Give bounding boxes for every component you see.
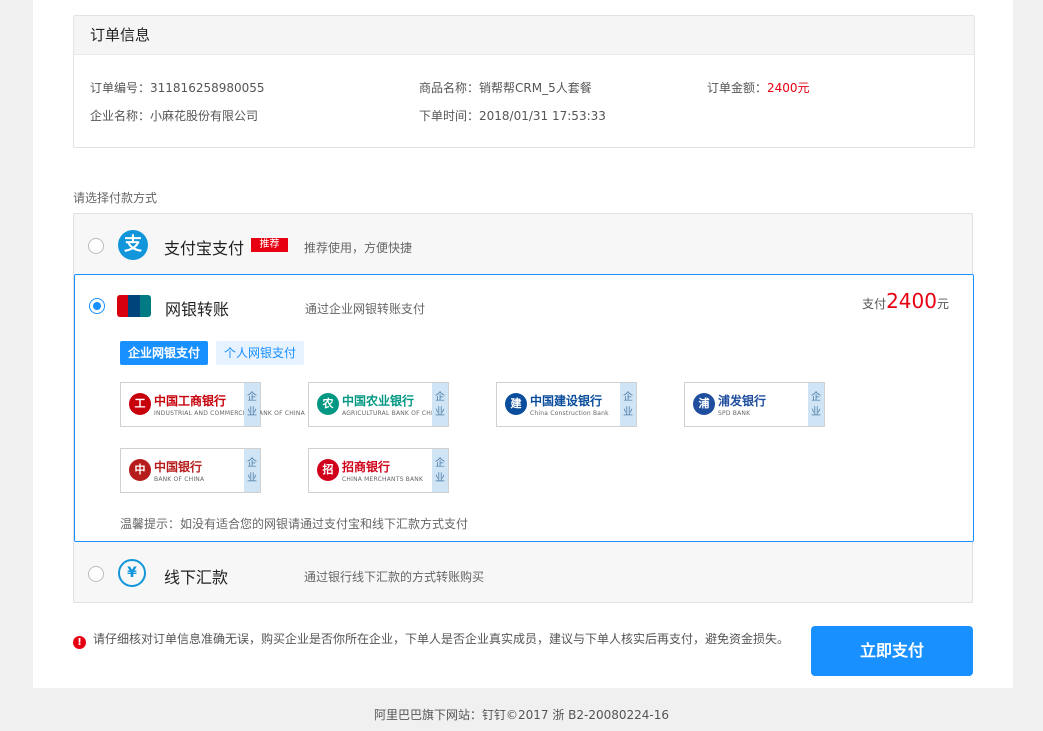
enterprise-tag: 企业 (244, 383, 260, 426)
warning-icon: ! (73, 636, 86, 649)
order-amount-value: 2400元 (767, 81, 810, 95)
unionpay-icon (117, 295, 151, 317)
enterprise-tag: 企业 (244, 449, 260, 492)
bank-name: 中国建设银行 (530, 394, 603, 408)
payment-option-bank-transfer[interactable]: 网银转账 通过企业网银转账支付 支付2400元 企业网银支付 个人网银支付 工中… (74, 274, 974, 542)
bank-name: 浦发银行 (718, 394, 767, 408)
tab-enterprise-banking[interactable]: 企业网银支付 (120, 341, 209, 365)
bank-name: 招商银行 (342, 460, 391, 474)
bank-transfer-desc: 通过企业网银转账支付 (305, 302, 426, 316)
bank-logo-icon: 浦 (693, 393, 715, 415)
tab-personal-banking[interactable]: 个人网银支付 (216, 341, 305, 365)
alipay-icon: 支 (118, 230, 148, 260)
bank-logo-icon: 中 (129, 459, 151, 481)
order-time-label: 下单时间： (419, 109, 480, 123)
alipay-desc: 推荐使用，方便快捷 (304, 241, 413, 255)
offline-title: 线下汇款 (164, 568, 229, 587)
bank-english-name: AGRICULTURAL BANK OF CHINA (342, 410, 442, 417)
bank-transfer-title: 网银转账 (165, 300, 230, 319)
order-amount-label: 订单金额： (707, 81, 768, 95)
bank-english-name: INDUSTRIAL AND COMMERCIAL BANK OF CHINA (154, 410, 305, 417)
product-name: 商品名称：销帮帮CRM_5人套餐 (419, 79, 592, 96)
payment-option-alipay[interactable]: 支 支付宝支付 推荐 推荐使用，方便快捷 (74, 214, 974, 274)
bank-english-name: China Construction Bank (530, 410, 609, 417)
bank-option[interactable]: 浦浦发银行 SPD BANK 企业 (684, 382, 825, 427)
bank-option[interactable]: 建中国建设银行 China Construction Bank 企业 (496, 382, 637, 427)
warning-text: 请仔细核对订单信息准确无误，购买企业是否你所在企业，下单人是否企业真实成员，建议… (93, 632, 790, 646)
bank-option[interactable]: 农中国农业银行 AGRICULTURAL BANK OF CHINA 企业 (308, 382, 449, 427)
offline-desc: 通过银行线下汇款的方式转账购买 (304, 570, 485, 584)
bank-transfer-radio[interactable] (89, 298, 105, 314)
company-name-label: 企业名称： (90, 109, 151, 123)
offline-transfer-icon: ¥ (118, 559, 146, 587)
pay-amount-prefix: 支付 (862, 297, 887, 311)
bank-name: 中国银行 (154, 460, 203, 474)
pay-amount-value: 2400 (886, 289, 937, 313)
order-number-label: 订单编号： (90, 81, 151, 95)
payment-method-label: 请选择付款方式 (73, 191, 158, 205)
checkout-page: 订单信息 订单编号：311816258980055 商品名称：销帮帮CRM_5人… (33, 0, 1013, 688)
order-time: 下单时间：2018/01/31 17:53:33 (419, 107, 606, 124)
bank-logo-icon: 工 (129, 393, 151, 415)
order-number: 订单编号：311816258980055 (90, 79, 265, 96)
order-info-title: 订单信息 (74, 16, 974, 55)
warm-tip: 温馨提示：如没有适合您的网银请通过支付宝和线下汇款方式支付 (120, 517, 469, 531)
bank-english-name: CHINA MERCHANTS BANK (342, 476, 424, 483)
bank-option[interactable]: 中中国银行 BANK OF CHINA 企业 (120, 448, 261, 493)
bank-option[interactable]: 招招商银行 CHINA MERCHANTS BANK 企业 (308, 448, 449, 493)
order-info-card: 订单信息 订单编号：311816258980055 商品名称：销帮帮CRM_5人… (73, 15, 975, 148)
bank-logo-icon: 招 (317, 459, 339, 481)
payment-option-offline[interactable]: ¥ 线下汇款 通过银行线下汇款的方式转账购买 (74, 544, 974, 604)
product-name-label: 商品名称： (419, 81, 480, 95)
alipay-radio[interactable] (88, 238, 104, 254)
bank-english-name: BANK OF CHINA (154, 476, 205, 483)
bank-option[interactable]: 工中国工商银行 INDUSTRIAL AND COMMERCIAL BANK OF… (120, 382, 305, 427)
enterprise-tag: 企业 (620, 383, 636, 426)
bank-english-name: SPD BANK (718, 410, 751, 417)
order-amount: 订单金额：2400元 (707, 79, 810, 96)
pay-amount-suffix: 元 (936, 297, 949, 311)
order-time-value: 2018/01/31 17:53:33 (479, 109, 606, 123)
bank-name: 中国工商银行 (154, 394, 227, 408)
bank-logo-icon: 农 (317, 393, 339, 415)
offline-radio[interactable] (88, 566, 104, 582)
company-name: 企业名称：小麻花股份有限公司 (90, 107, 258, 124)
enterprise-tag: 企业 (432, 383, 448, 426)
product-name-value: 销帮帮CRM_5人套餐 (479, 81, 592, 95)
enterprise-tag: 企业 (808, 383, 824, 426)
company-name-value: 小麻花股份有限公司 (150, 109, 259, 123)
payment-options: 支 支付宝支付 推荐 推荐使用，方便快捷 网银转账 通过企业网银转账支付 支付2… (73, 213, 974, 604)
recommend-badge: 推荐 (251, 238, 288, 252)
pay-now-button[interactable]: 立即支付 (811, 626, 973, 676)
pay-amount: 支付2400元 (862, 289, 949, 313)
enterprise-tag: 企业 (432, 449, 448, 492)
alipay-title: 支付宝支付 (164, 239, 245, 258)
footer-copyright: 阿里巴巴旗下网站：钉钉©2017 浙 B2-20080224-16 (373, 708, 670, 722)
warning-notice: ! 请仔细核对订单信息准确无误，购买企业是否你所在企业，下单人是否企业真实成员，建… (73, 630, 789, 649)
bank-logo-icon: 建 (505, 393, 527, 415)
bank-name: 中国农业银行 (342, 394, 415, 408)
order-number-value: 311816258980055 (150, 81, 265, 95)
